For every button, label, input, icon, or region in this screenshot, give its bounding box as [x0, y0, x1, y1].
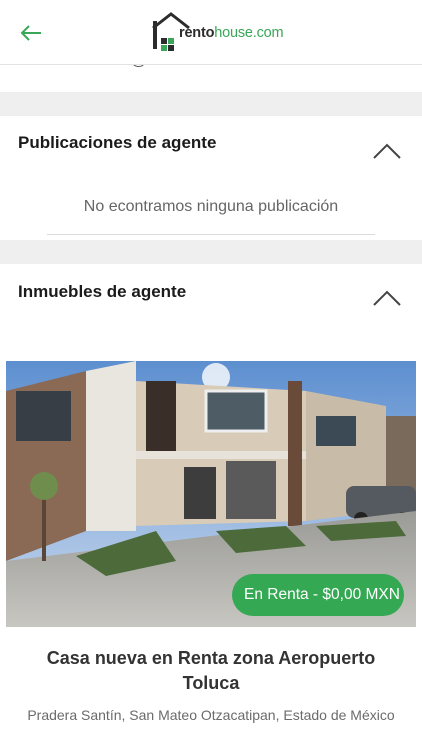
- arrow-left-icon[interactable]: [18, 20, 44, 46]
- listing-address: Pradera Santín, San Mateo Otzacatipan, E…: [27, 707, 395, 723]
- logo-text: rentohouse.com: [179, 25, 284, 41]
- section-divider: [0, 240, 422, 264]
- rentohouse-logo[interactable]: rentohouse.com: [147, 8, 287, 54]
- rent-price-badge[interactable]: En Renta - $0,00 MXN: [232, 574, 404, 616]
- separator-line: [47, 234, 375, 235]
- logo-text-part1: rento: [179, 25, 215, 41]
- publications-section-title: Publicaciones de agente: [18, 133, 217, 152]
- top-bar: rentohouse.com: [0, 0, 422, 65]
- chevron-up-icon[interactable]: [372, 289, 402, 307]
- listing-title[interactable]: Casa nueva en Renta zona Aeropuerto Tolu…: [20, 646, 402, 696]
- section-divider: [0, 92, 422, 116]
- no-publications-message: No econtramos ninguna publicación: [83, 198, 339, 215]
- logo-text-part2: house.com: [214, 25, 284, 41]
- chevron-up-icon[interactable]: [372, 142, 402, 160]
- properties-section-title: Inmuebles de agente: [18, 282, 187, 301]
